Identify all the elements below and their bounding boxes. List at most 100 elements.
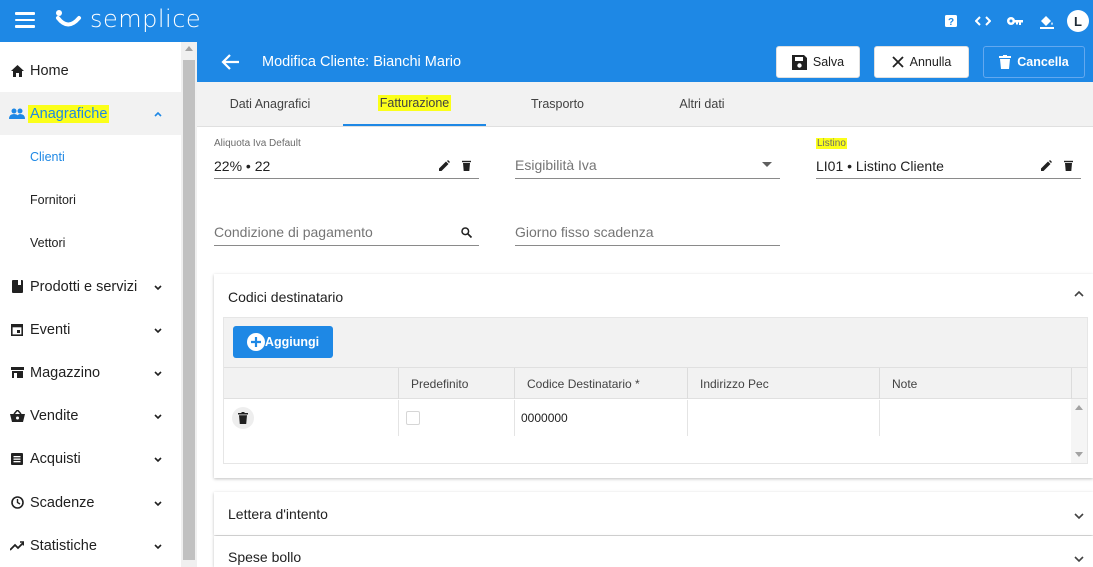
aliquota-iva-field[interactable]: Aliquota Iva Default 22% • 22 — [214, 138, 479, 179]
sidebar-item-label: Scadenze — [30, 494, 95, 511]
menu-icon[interactable] — [15, 12, 35, 30]
predefinito-checkbox[interactable] — [406, 411, 420, 425]
tab-label: Fatturazione — [377, 95, 452, 111]
grid-header-cell[interactable]: Indirizzo Pec — [687, 368, 879, 399]
tab-dati-anagrafici[interactable]: Dati Anagrafici — [197, 82, 343, 126]
sidebar-item-label: Magazzino — [30, 364, 101, 381]
chevron-down-icon[interactable] — [1073, 553, 1085, 565]
grid-header-cell — [224, 368, 398, 399]
logo-text: semplice — [90, 5, 202, 33]
scroll-up-arrow-icon[interactable] — [1075, 405, 1083, 410]
grid-cell[interactable]: 0000000 — [514, 400, 687, 436]
trash-icon[interactable] — [1061, 158, 1075, 172]
cancel-button[interactable]: Annulla — [874, 46, 969, 78]
sidebar-item-magazzino[interactable]: Magazzino — [0, 351, 181, 394]
top-app-bar: semplice ? L — [0, 0, 1093, 42]
delete-button[interactable]: Cancella — [983, 46, 1085, 78]
top-actions: ? L — [935, 0, 1093, 42]
sidebar-subitem-vettori[interactable]: Vettori — [0, 221, 181, 264]
save-button[interactable]: Salva — [776, 46, 860, 78]
calendar-icon — [9, 322, 25, 338]
grid-cell[interactable] — [687, 400, 879, 436]
page-header: Modifica Cliente: Bianchi Mario Salva An… — [197, 42, 1093, 82]
scroll-up-arrow-icon[interactable] — [185, 46, 193, 51]
tab-bar: Dati Anagrafici Fatturazione Trasporto A… — [197, 82, 1093, 127]
sidebar-item-acquisti[interactable]: Acquisti — [0, 437, 181, 480]
scroll-down-arrow-icon[interactable] — [1075, 452, 1083, 457]
basket-icon — [9, 408, 25, 424]
column-label: Codice Destinatario * — [527, 376, 640, 391]
help-icon[interactable]: ? — [935, 0, 967, 42]
field-placeholder: Esigibilità Iva — [515, 157, 597, 173]
sidebar-item-eventi[interactable]: Eventi — [0, 308, 181, 351]
sidebar-subitem-clienti[interactable]: Clienti — [0, 135, 181, 178]
add-button[interactable]: Aggiungi — [233, 326, 333, 358]
panel-title: Spese bollo — [228, 549, 302, 565]
grid-cell — [224, 400, 398, 436]
svg-text:?: ? — [948, 17, 954, 28]
esigibilita-iva-select[interactable]: Esigibilità Iva — [515, 138, 780, 179]
spese-bollo-panel[interactable]: Spese bollo — [214, 536, 1093, 567]
sidebar-scrollbar[interactable] — [181, 42, 197, 567]
grid-header-cell[interactable]: Note — [879, 368, 1071, 399]
sidebar-item-label: Home — [30, 62, 69, 79]
sidebar-item-home[interactable]: Home — [0, 49, 181, 92]
grid-header-cell[interactable]: Predefinito — [398, 368, 514, 399]
chevron-up-icon — [154, 111, 162, 117]
tab-fatturazione[interactable]: Fatturazione — [343, 82, 486, 126]
sidebar-item-statistiche[interactable]: Statistiche — [0, 524, 181, 567]
chevron-down-icon — [154, 413, 162, 419]
column-label: Note — [892, 376, 918, 391]
sidebar-subitem-fornitori[interactable]: Fornitori — [0, 178, 181, 221]
grid-toolbar: Aggiungi — [224, 318, 1087, 367]
pencil-icon[interactable] — [437, 158, 451, 172]
grid-scrollbar[interactable] — [1071, 399, 1087, 463]
app-logo[interactable]: semplice — [55, 5, 201, 33]
tab-altri-dati[interactable]: Altri dati — [629, 82, 775, 126]
lettera-intento-panel[interactable]: Lettera d'intento — [214, 492, 1093, 535]
cell-value: 0000000 — [521, 411, 568, 425]
code-icon[interactable] — [967, 0, 999, 42]
chevron-down-icon — [154, 456, 162, 462]
sidebar-item-label: Prodotti e servizi — [30, 278, 138, 295]
clock-icon — [9, 495, 25, 511]
avatar[interactable]: L — [1067, 10, 1089, 32]
chevron-down-icon — [154, 284, 162, 290]
search-icon[interactable] — [459, 225, 473, 239]
book-icon — [9, 279, 25, 295]
listino-field[interactable]: Listino LI01 • Listino Cliente — [816, 138, 1081, 179]
sidebar-item-vendite[interactable]: Vendite — [0, 394, 181, 437]
close-icon — [892, 56, 904, 68]
sidebar-item-anagrafiche[interactable]: Anagrafiche — [0, 92, 181, 135]
trending-icon — [9, 538, 25, 554]
field-value: 22% • 22 — [214, 158, 271, 174]
key-icon[interactable] — [999, 0, 1031, 42]
tab-trasporto[interactable]: Trasporto — [486, 82, 629, 126]
paint-bucket-icon[interactable] — [1031, 0, 1063, 42]
dropdown-arrow-icon[interactable] — [760, 158, 774, 172]
chevron-up-icon[interactable] — [1073, 288, 1085, 300]
sidebar-item-prodotti[interactable]: Prodotti e servizi — [0, 265, 181, 308]
back-arrow-icon[interactable] — [221, 53, 241, 71]
tab-label: Trasporto — [530, 97, 585, 111]
pencil-icon[interactable] — [1039, 158, 1053, 172]
sidebar-item-label: Eventi — [30, 321, 71, 338]
page-title: Modifica Cliente: Bianchi Mario — [262, 54, 462, 70]
chevron-down-icon[interactable] — [1073, 510, 1085, 522]
sidebar-item-label: Anagrafiche — [28, 104, 110, 123]
condizione-pagamento-field[interactable]: Condizione di pagamento — [214, 206, 479, 246]
grid-header-cell[interactable]: Codice Destinatario * — [514, 368, 687, 399]
chevron-down-icon — [154, 327, 162, 333]
tab-label: Altri dati — [679, 97, 725, 111]
save-label: Salva — [812, 55, 845, 69]
sidebar-item-label: Vendite — [30, 407, 79, 424]
chevron-down-icon — [154, 370, 162, 376]
delete-row-button[interactable] — [232, 407, 254, 429]
add-circle-icon — [246, 333, 265, 351]
field-placeholder: Giorno fisso scadenza — [515, 224, 654, 240]
trash-icon[interactable] — [459, 158, 473, 172]
giorno-fisso-scadenza-field[interactable]: Giorno fisso scadenza — [515, 206, 780, 246]
grid-cell[interactable] — [879, 400, 1071, 436]
scroll-thumb[interactable] — [183, 60, 195, 560]
sidebar-item-scadenze[interactable]: Scadenze — [0, 481, 181, 524]
